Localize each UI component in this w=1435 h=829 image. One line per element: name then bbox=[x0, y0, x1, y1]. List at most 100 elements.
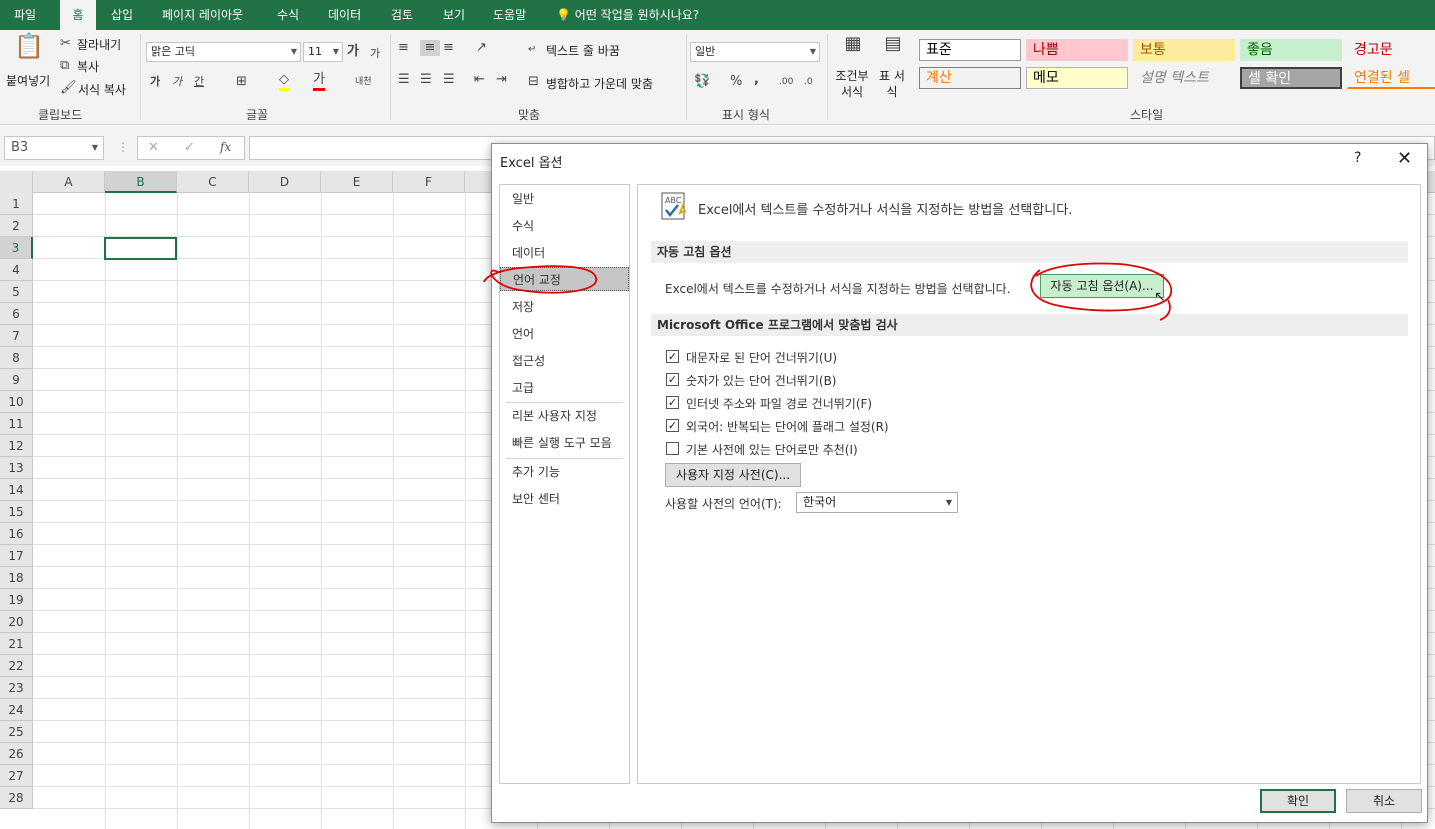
paste-button[interactable]: 붙여넣기 bbox=[6, 72, 50, 89]
column-header-a[interactable]: A bbox=[33, 171, 105, 193]
checkbox-label-1[interactable]: 숫자가 있는 단어 건너뛰기(B) bbox=[686, 372, 836, 389]
tab-home[interactable]: 홈 bbox=[60, 0, 96, 30]
row-header-16[interactable]: 16 bbox=[0, 523, 33, 545]
cancel-entry-icon[interactable]: ✕ bbox=[148, 140, 159, 155]
nav-item-trust-center[interactable]: 보안 센터 bbox=[500, 487, 629, 511]
scissors-icon[interactable]: ✂ bbox=[60, 36, 71, 52]
autocorrect-options-button[interactable]: 자동 고침 옵션(A)... bbox=[1040, 274, 1164, 298]
align-middle-icon[interactable]: ≡ bbox=[420, 40, 440, 56]
cell-style-1[interactable]: 나쁨 bbox=[1026, 39, 1128, 61]
row-header-17[interactable]: 17 bbox=[0, 545, 33, 567]
checkbox-4[interactable] bbox=[666, 442, 679, 455]
borders-icon[interactable]: ⊞ bbox=[236, 74, 247, 90]
decrease-indent-icon[interactable]: ⇤ bbox=[474, 72, 485, 88]
cut-button[interactable]: 잘라내기 bbox=[77, 36, 121, 53]
nav-item-formulas[interactable]: 수식 bbox=[500, 214, 629, 238]
grow-font-button[interactable]: 가 bbox=[347, 44, 359, 60]
custom-dictionaries-button[interactable]: 사용자 지정 사전(C)... bbox=[665, 463, 801, 487]
paste-icon[interactable]: 📋 bbox=[14, 34, 44, 68]
row-header-8[interactable]: 8 bbox=[0, 347, 33, 369]
percent-button[interactable]: % bbox=[730, 74, 742, 90]
shrink-font-button[interactable]: 가 bbox=[370, 46, 380, 62]
tab-view[interactable]: 보기 bbox=[435, 0, 473, 30]
row-header-18[interactable]: 18 bbox=[0, 567, 33, 589]
row-header-12[interactable]: 12 bbox=[0, 435, 33, 457]
row-header-13[interactable]: 13 bbox=[0, 457, 33, 479]
column-header-d[interactable]: D bbox=[249, 171, 321, 193]
number-format-select[interactable]: 일반 ▼ bbox=[690, 42, 820, 62]
nav-item-language[interactable]: 언어 bbox=[500, 322, 629, 346]
nav-item-quick-access[interactable]: 빠른 실행 도구 모음 bbox=[500, 431, 629, 455]
nav-item-proofing[interactable]: 언어 교정 bbox=[500, 267, 629, 291]
copy-icon[interactable]: ⧉ bbox=[60, 58, 69, 74]
row-header-3[interactable]: 3 bbox=[0, 237, 33, 259]
decrease-decimal-icon[interactable]: .0 bbox=[804, 74, 813, 90]
row-header-1[interactable]: 1 bbox=[0, 193, 33, 215]
row-header-14[interactable]: 14 bbox=[0, 479, 33, 501]
row-header-10[interactable]: 10 bbox=[0, 391, 33, 413]
nav-item-save[interactable]: 저장 bbox=[500, 295, 629, 319]
underline-button[interactable]: 간 bbox=[194, 74, 204, 90]
cell-style-2[interactable]: 보통 bbox=[1133, 39, 1235, 61]
row-header-25[interactable]: 25 bbox=[0, 721, 33, 743]
confirm-entry-icon[interactable]: ✓ bbox=[184, 140, 195, 155]
row-header-28[interactable]: 28 bbox=[0, 787, 33, 809]
cell-style-9[interactable]: 연결된 셀 bbox=[1347, 67, 1435, 89]
close-icon[interactable]: ✕ bbox=[1397, 148, 1412, 169]
orientation-icon[interactable]: ↗ bbox=[476, 40, 487, 56]
ok-button[interactable]: 확인 bbox=[1260, 789, 1336, 813]
merge-center-button[interactable]: 병합하고 가운데 맞춤 bbox=[546, 75, 653, 92]
nav-item-general[interactable]: 일반 bbox=[500, 187, 629, 211]
checkbox-label-2[interactable]: 인터넷 주소와 파일 경로 건너뛰기(F) bbox=[686, 395, 872, 412]
checkbox-2[interactable]: ✓ bbox=[666, 396, 679, 409]
dictionary-language-select[interactable]: 한국어 ▼ bbox=[796, 492, 958, 513]
checkbox-label-3[interactable]: 외국어: 반복되는 단어에 플래그 설정(R) bbox=[686, 418, 889, 435]
column-header-c[interactable]: C bbox=[177, 171, 249, 193]
tab-data[interactable]: 데이터 bbox=[320, 0, 369, 30]
nav-item-add-ins[interactable]: 추가 기능 bbox=[500, 460, 629, 484]
tell-me-search[interactable]: 💡 어떤 작업을 원하시나요? bbox=[548, 0, 707, 30]
fill-color-icon[interactable]: ◇ bbox=[279, 72, 289, 91]
increase-indent-icon[interactable]: ⇥ bbox=[496, 72, 507, 88]
nav-item-data[interactable]: 데이터 bbox=[500, 241, 629, 265]
table-format-icon[interactable]: ▤ bbox=[880, 35, 906, 62]
row-header-20[interactable]: 20 bbox=[0, 611, 33, 633]
row-header-26[interactable]: 26 bbox=[0, 743, 33, 765]
column-header-b[interactable]: B bbox=[105, 171, 177, 193]
cell-style-6[interactable]: 메모 bbox=[1026, 67, 1128, 89]
tab-insert[interactable]: 삽입 bbox=[103, 0, 141, 30]
select-all-corner[interactable] bbox=[0, 171, 33, 193]
accounting-format-icon[interactable]: 💱 bbox=[694, 74, 710, 90]
row-header-21[interactable]: 21 bbox=[0, 633, 33, 655]
increase-decimal-icon[interactable]: .00 bbox=[779, 74, 793, 90]
column-header-f[interactable]: F bbox=[393, 171, 465, 193]
row-header-4[interactable]: 4 bbox=[0, 259, 33, 281]
conditional-format-icon[interactable]: ▦ bbox=[840, 35, 866, 62]
tab-review[interactable]: 검토 bbox=[383, 0, 421, 30]
checkbox-label-4[interactable]: 기본 사전에 있는 단어로만 추천(I) bbox=[686, 441, 858, 458]
row-header-9[interactable]: 9 bbox=[0, 369, 33, 391]
font-size-select[interactable]: 11 ▼ bbox=[303, 42, 343, 62]
bold-button[interactable]: 가 bbox=[150, 74, 160, 90]
row-header-5[interactable]: 5 bbox=[0, 281, 33, 303]
format-painter-button[interactable]: 서식 복사 bbox=[78, 81, 126, 98]
italic-button[interactable]: 가 bbox=[172, 74, 182, 90]
align-center-icon[interactable]: ☰ bbox=[420, 72, 432, 88]
help-button[interactable]: ? bbox=[1354, 150, 1361, 166]
row-header-11[interactable]: 11 bbox=[0, 413, 33, 435]
column-header-e[interactable]: E bbox=[321, 171, 393, 193]
align-top-icon[interactable]: ≡ bbox=[398, 40, 409, 56]
align-right-icon[interactable]: ☰ bbox=[443, 72, 455, 88]
checkbox-1[interactable]: ✓ bbox=[666, 373, 679, 386]
tab-page-layout[interactable]: 페이지 레이아웃 bbox=[154, 0, 251, 30]
nav-item-accessibility[interactable]: 접근성 bbox=[500, 349, 629, 373]
nav-item-advanced[interactable]: 고급 bbox=[500, 376, 629, 400]
phonetic-guide-button[interactable]: 내천 bbox=[355, 74, 372, 90]
row-header-2[interactable]: 2 bbox=[0, 215, 33, 237]
selected-cell-b3[interactable] bbox=[104, 237, 177, 260]
format-painter-icon[interactable]: 🖌 bbox=[60, 80, 77, 96]
tab-help[interactable]: 도움말 bbox=[485, 0, 534, 30]
row-header-23[interactable]: 23 bbox=[0, 677, 33, 699]
checkbox-0[interactable]: ✓ bbox=[666, 350, 679, 363]
wrap-text-button[interactable]: 텍스트 줄 바꿈 bbox=[546, 42, 620, 59]
